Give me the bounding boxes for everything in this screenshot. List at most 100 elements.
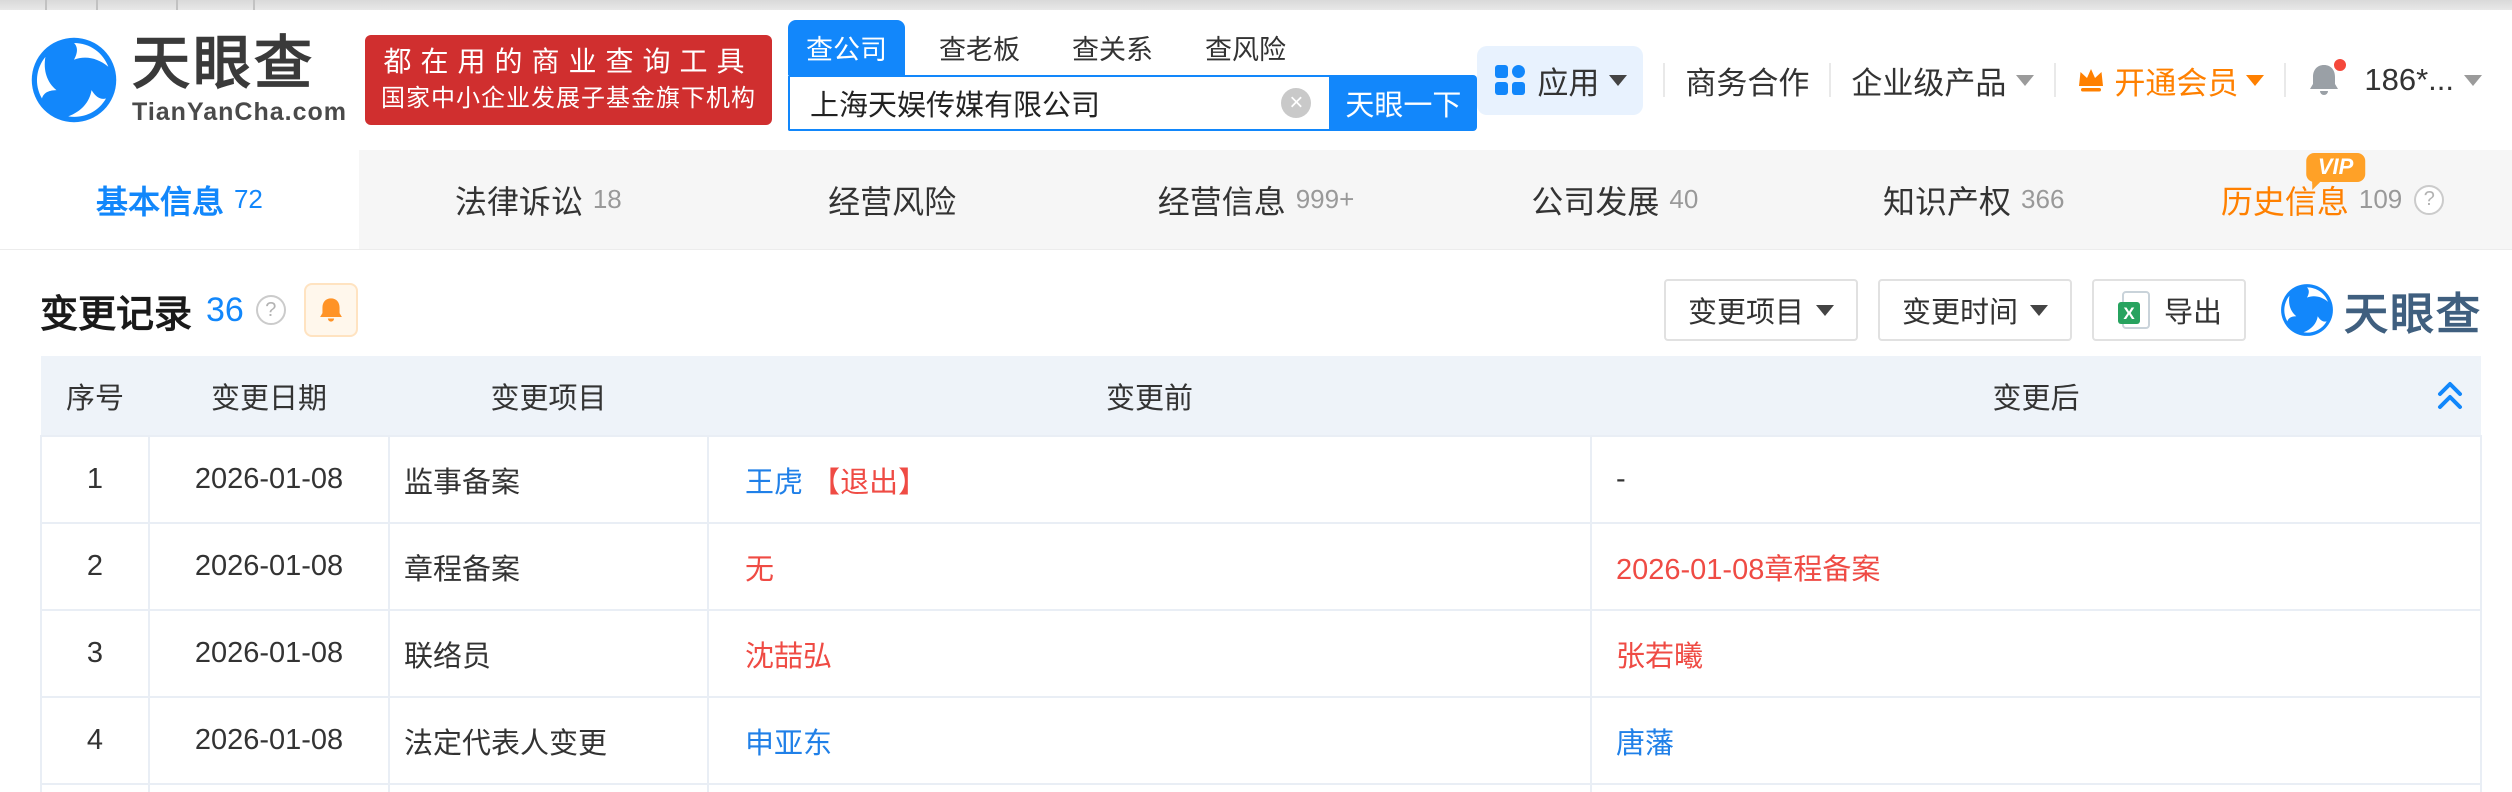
notification-dot — [2332, 57, 2349, 73]
user-account-menu[interactable]: 186*... — [2364, 62, 2482, 98]
cell-change-date: 2026-01-08 — [148, 522, 390, 611]
divider — [2284, 63, 2287, 97]
divider — [1829, 63, 1832, 97]
search-block: 查公司 查老板 查关系 查风险 天眼一下 — [788, 20, 1478, 131]
cell-change-date: 2026-01-08 — [148, 696, 390, 785]
filter-change-time-button[interactable]: 变更时间 — [1877, 279, 2072, 341]
subscribe-bell-button[interactable] — [303, 283, 358, 337]
open-vip-link[interactable]: 开通会员 — [2076, 58, 2265, 103]
cell-change-date: 2026-01-08 — [148, 609, 390, 698]
open-vip-label: 开通会员 — [2114, 65, 2239, 101]
watermark-text: 天眼查 — [2344, 290, 2482, 339]
tab-operating-info[interactable]: 经营信息 999+ — [1077, 150, 1436, 249]
tab-basic-info[interactable]: 基本信息 72 — [0, 150, 359, 249]
excel-icon: X — [2117, 291, 2150, 329]
tab-history-info[interactable]: VIP 历史信息 109 — [2153, 150, 2512, 249]
cell-change-item: 联络员 — [388, 609, 709, 698]
filter-change-item-button[interactable]: 变更项目 — [1663, 279, 1858, 341]
chevron-down-icon — [1815, 304, 1834, 316]
cell-change-date: 2026-01-08 — [148, 435, 390, 524]
change-text: 无 — [745, 553, 775, 586]
header-no: 序号 — [41, 356, 149, 436]
notification-bell-button[interactable] — [2306, 57, 2349, 99]
cell-before-change: 王虎 【退出】 — [707, 435, 1592, 524]
header-change-date: 变更日期 — [149, 356, 389, 436]
cell-empty — [388, 783, 709, 792]
divider — [1663, 63, 1666, 97]
cell-no: 4 — [40, 696, 150, 785]
chevron-down-icon — [1609, 74, 1628, 86]
chevron-down-icon — [2029, 304, 2048, 316]
section-count: 36 — [206, 290, 244, 329]
business-cooperation-link[interactable]: 商务合作 — [1685, 58, 1809, 103]
header-menu: 应用 商务合作 企业级产品 开通会员 186*... — [1477, 45, 2482, 115]
search-input[interactable] — [788, 75, 1330, 131]
cell-after-change: - — [1590, 435, 2482, 524]
cell-empty — [1590, 783, 2482, 792]
table-row: 1 2026-01-08 监事备案 王虎 【退出】 - — [40, 435, 2482, 524]
promo-line-2: 国家中小企业发展子基金旗下机构 — [381, 85, 756, 112]
site-header: 天眼查 TianYanCha.com 都在用的商业查询工具 国家中小企业发展子基… — [0, 10, 2512, 150]
cell-no: 2 — [40, 522, 150, 611]
cell-after-change: 唐藩 — [1590, 696, 2482, 785]
crown-icon — [2079, 69, 2104, 92]
cell-change-item: 章程备案 — [388, 522, 709, 611]
tab-company-development[interactable]: 公司发展 40 — [1435, 150, 1794, 249]
header-after-change: 变更后 — [1591, 356, 2481, 436]
change-record-section-bar: 变更记录 36 变更项目 变更时间 X 导出 — [40, 274, 2482, 346]
cell-before-change: 无 — [707, 522, 1592, 611]
entity-link[interactable]: 王虎 — [745, 467, 811, 499]
entity-link[interactable]: 申亚东 — [745, 728, 832, 760]
collapse-chevron-icon[interactable] — [2435, 380, 2465, 420]
table-row: 2 2026-01-08 章程备案无 2026-01-08章程备案 — [40, 522, 2482, 611]
help-icon[interactable] — [255, 295, 286, 325]
user-phone-label: 186*... — [2364, 62, 2454, 97]
cell-change-item: 法定代表人变更 — [388, 696, 709, 785]
apps-grid-icon — [1495, 65, 1526, 95]
cell-after-change: 2026-01-08章程备案 — [1590, 522, 2482, 611]
tianyancha-swirl-icon — [31, 37, 117, 123]
section-title: 变更记录 — [40, 293, 193, 336]
cell-no: 3 — [40, 609, 150, 698]
tab-intellectual-property[interactable]: 知识产权 366 — [1794, 150, 2153, 249]
vip-badge: VIP — [2305, 153, 2366, 190]
header-before-change: 变更前 — [708, 356, 1591, 436]
divider — [2054, 63, 2057, 97]
search-tab-boss[interactable]: 查老板 — [921, 20, 1038, 75]
enterprise-products-link[interactable]: 企业级产品 — [1851, 58, 2035, 103]
apps-label: 应用 — [1537, 65, 1600, 101]
enterprise-products-label: 企业级产品 — [1851, 65, 2007, 101]
search-tabs: 查公司 查老板 查关系 查风险 — [788, 20, 1477, 75]
change-text: 张若曦 — [1616, 640, 1704, 673]
tianyancha-logo[interactable]: 天眼查 TianYanCha.com — [30, 30, 347, 127]
help-icon[interactable] — [2414, 184, 2445, 215]
search-tab-risk[interactable]: 查风险 — [1187, 20, 1304, 75]
search-tab-relation[interactable]: 查关系 — [1054, 20, 1171, 75]
cell-no: 1 — [40, 435, 150, 524]
search-submit-button[interactable]: 天眼一下 — [1329, 75, 1478, 131]
export-button[interactable]: X 导出 — [2091, 279, 2246, 341]
table-body: 1 2026-01-08 监事备案 王虎 【退出】 -2 2026-01-08 章程备案无 2… — [40, 435, 2482, 792]
company-page-tabs: 基本信息 72 法律诉讼 18 经营风险 经营信息 999+ 公司发展 40 知… — [0, 150, 2512, 250]
brand-domain: TianYanCha.com — [132, 97, 347, 126]
entity-link[interactable]: 唐藩 — [1616, 728, 1674, 760]
cell-empty — [707, 783, 1592, 792]
change-text: 【退出】 — [811, 466, 928, 499]
change-record-table: 序号 变更日期 变更项目 变更前 变更后 1 2026-01-08 监事备案 王虎 【… — [40, 356, 2482, 792]
table-row: 4 2026-01-08 法定代表人变更 申亚东 唐藩 — [40, 696, 2482, 785]
section-actions: 变更项目 变更时间 X 导出 天眼查 — [1644, 278, 2482, 342]
search-tab-company[interactable]: 查公司 — [788, 20, 905, 75]
cell-empty — [40, 783, 150, 792]
tab-operating-risk[interactable]: 经营风险 — [718, 150, 1077, 249]
brand-name: 天眼查 — [132, 30, 316, 96]
apps-menu-button[interactable]: 应用 — [1477, 45, 1644, 115]
change-text: - — [1616, 463, 1626, 495]
change-text: 沈喆弘 — [745, 640, 833, 673]
cell-before-change: 沈喆弘 — [707, 609, 1592, 698]
cell-after-change: 张若曦 — [1590, 609, 2482, 698]
browser-chrome-strip — [0, 0, 2512, 10]
cell-empty — [148, 783, 390, 792]
tab-legal-litigation[interactable]: 法律诉讼 18 — [359, 150, 718, 249]
promo-banner: 都在用的商业查询工具 国家中小企业发展子基金旗下机构 — [365, 35, 772, 125]
bell-icon — [319, 298, 342, 322]
